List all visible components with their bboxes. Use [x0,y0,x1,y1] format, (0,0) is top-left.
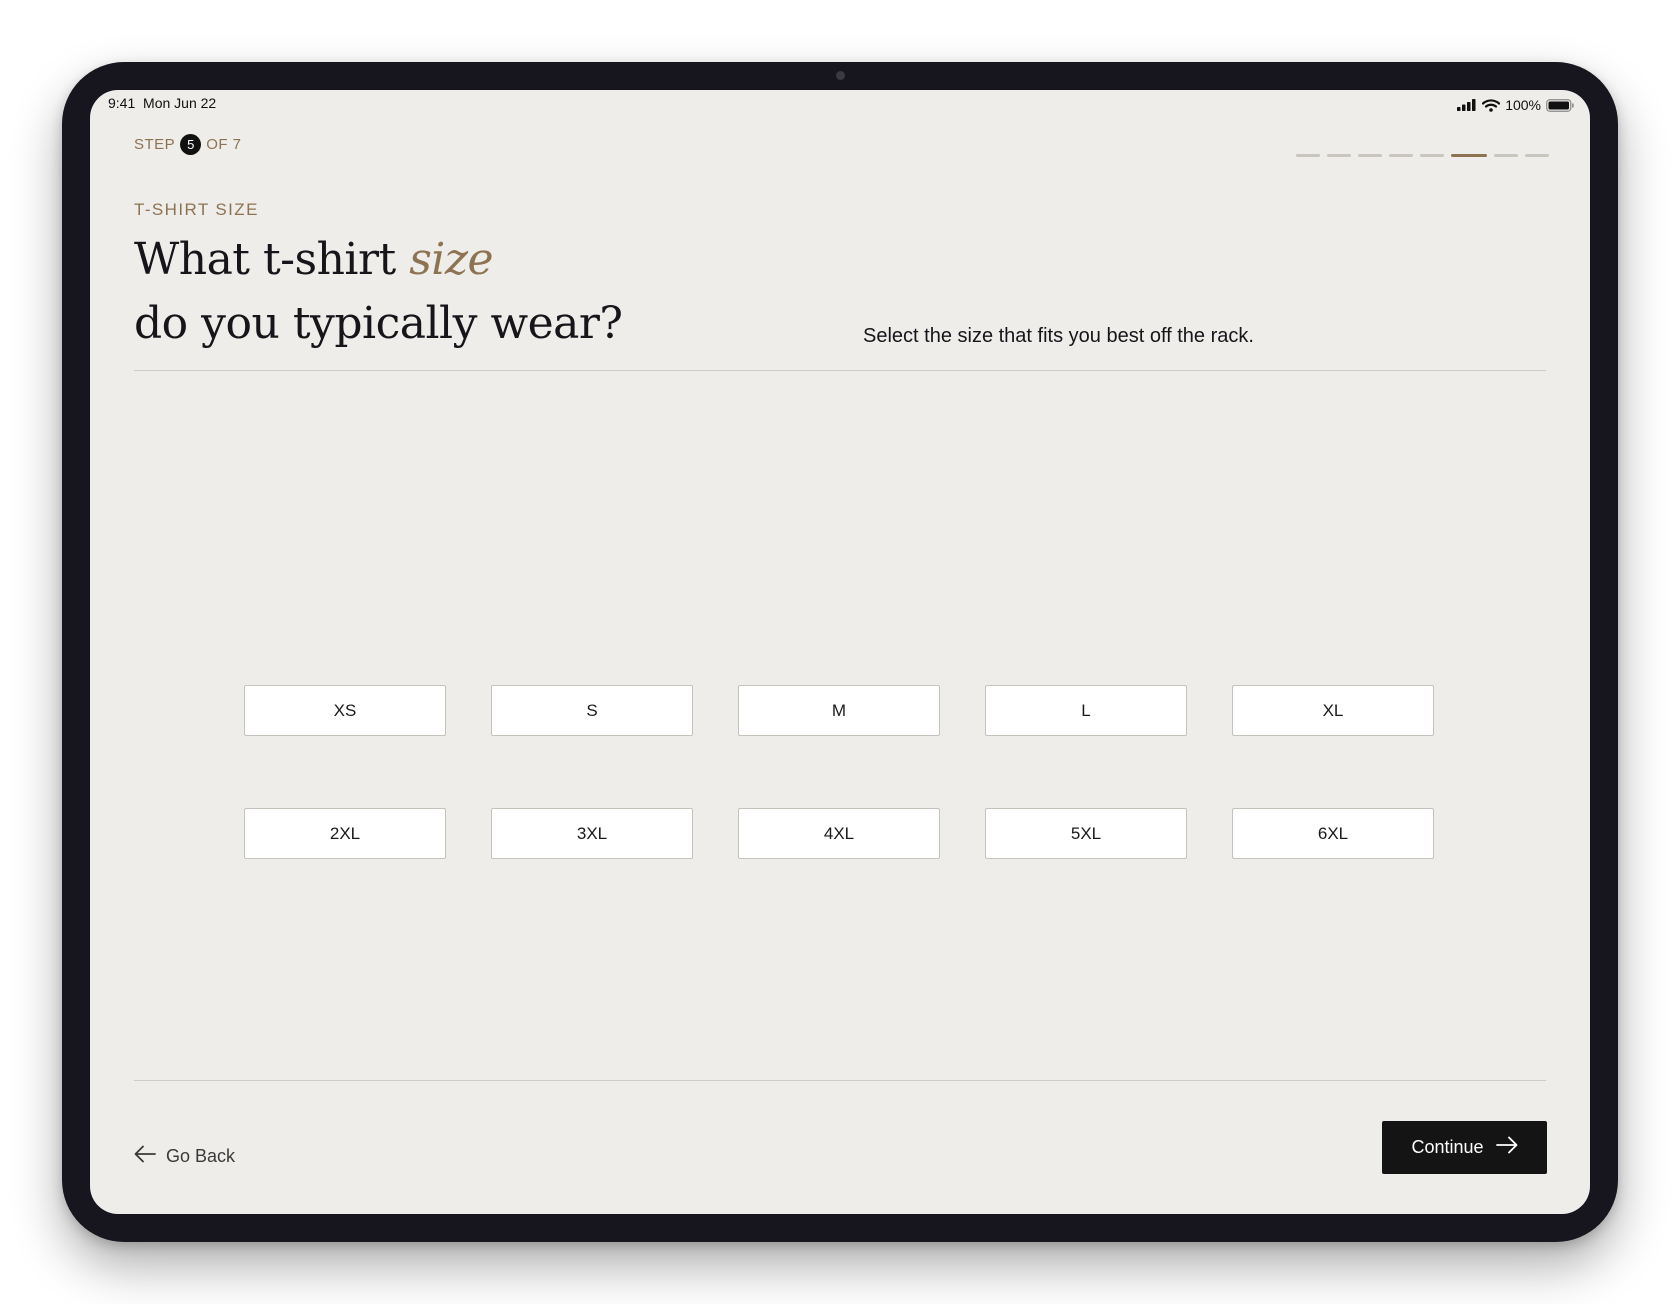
progress-segment [1358,154,1382,157]
tablet-frame: 9:41 Mon Jun 22 100% STEP 5 OF 7 T-SHIRT… [62,62,1618,1242]
footer-divider [134,1080,1546,1081]
size-option[interactable]: 5XL [985,808,1187,859]
size-option[interactable]: S [491,685,693,736]
step-suffix: OF 7 [206,136,242,153]
go-back-label: Go Back [166,1146,236,1166]
arrow-right-icon [1495,1136,1518,1159]
size-options: XS S M L XL 2XL 3XL 4XL 5XL 6XL [244,685,1436,865]
progress-segment [1525,154,1549,157]
status-clock: 9:41 [108,95,136,111]
step-prefix: STEP [134,136,176,153]
step-indicator: STEP 5 OF 7 [134,134,242,155]
progress-bar [1296,154,1549,157]
title-start: What t-shirt [134,234,396,285]
title-accent: size [409,234,494,285]
battery-icon [1546,98,1574,112]
page-title: What t-shirt size do you typically wear? [134,228,623,356]
size-option[interactable]: 3XL [491,808,693,859]
status-time: 9:41 Mon Jun 22 [108,95,216,111]
front-camera [836,71,845,80]
size-option[interactable]: 6XL [1232,808,1434,859]
size-option[interactable]: L [985,685,1187,736]
status-bar: 9:41 Mon Jun 22 100% [90,90,1590,120]
title-end: do you typically wear? [134,298,623,349]
progress-segment [1389,154,1413,157]
progress-segment-active [1451,154,1487,157]
status-date: Mon Jun 22 [143,95,217,111]
signal-icon [1457,99,1477,111]
wifi-icon [1482,98,1501,112]
header-divider [134,370,1546,371]
progress-segment [1494,154,1518,157]
continue-label: Continue [1411,1137,1484,1157]
continue-button[interactable]: Continue [1382,1121,1547,1174]
status-indicators: 100% [1457,94,1574,116]
size-option[interactable]: XS [244,685,446,736]
size-option[interactable]: M [738,685,940,736]
go-back-button[interactable]: Go Back [134,1145,235,1168]
progress-segment [1296,154,1320,157]
page-subtitle: Select the size that fits you best off t… [863,325,1254,347]
screen: 9:41 Mon Jun 22 100% STEP 5 OF 7 T-SHIRT… [90,90,1590,1214]
progress-segment [1327,154,1351,157]
size-option[interactable]: XL [1232,685,1434,736]
section-label: T-SHIRT SIZE [134,200,259,219]
size-option[interactable]: 4XL [738,808,940,859]
size-option[interactable]: 2XL [244,808,446,859]
step-number-badge: 5 [180,134,202,155]
progress-segment [1420,154,1444,157]
arrow-left-icon [134,1145,156,1168]
battery-percent: 100% [1505,97,1541,113]
